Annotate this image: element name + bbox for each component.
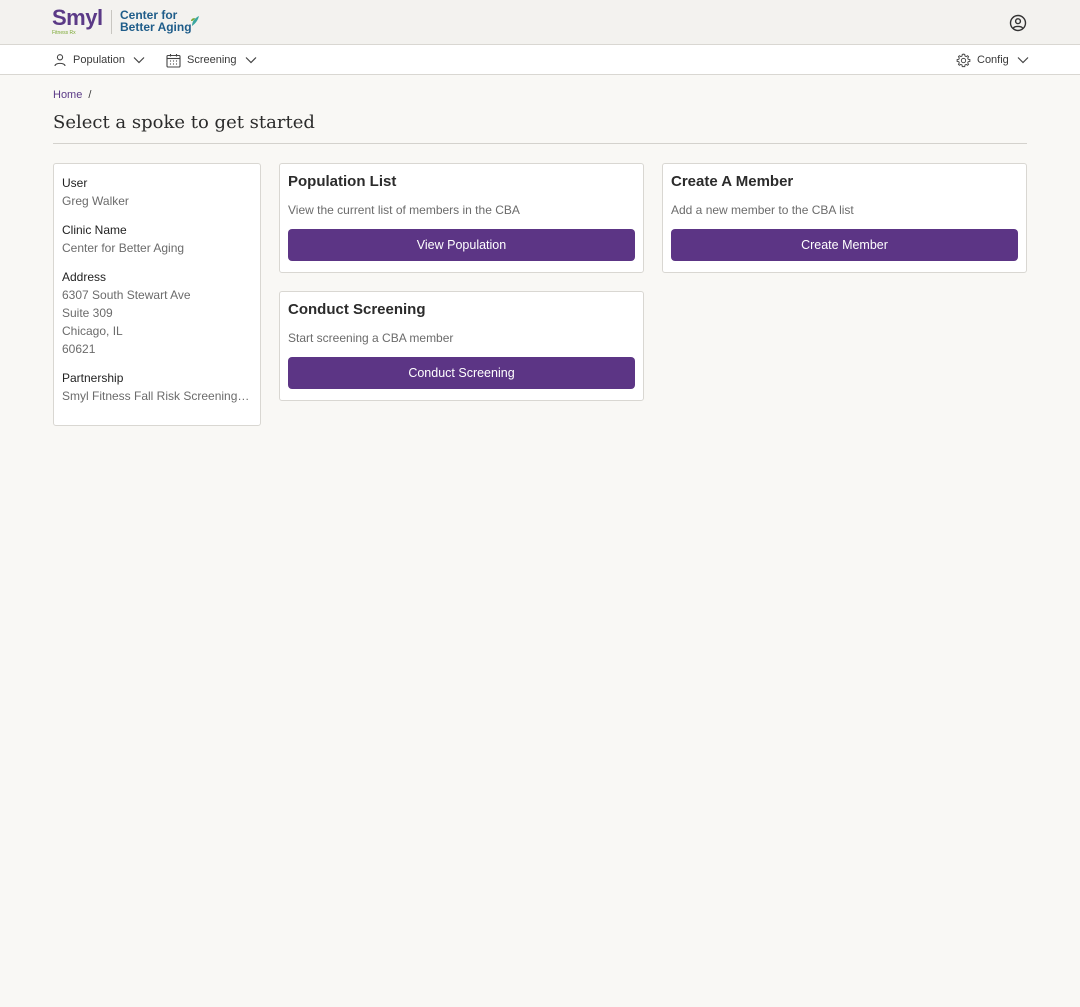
chevron-down-icon (133, 56, 145, 64)
address-line: 60621 (62, 342, 96, 356)
address-label: Address (62, 270, 107, 284)
clinic-info: Clinic Name Center for Better Aging (62, 221, 252, 257)
address-line: Chicago, IL (62, 324, 123, 338)
account-button[interactable] (1009, 14, 1027, 32)
gear-icon (956, 53, 971, 68)
calendar-icon (166, 53, 181, 68)
title-divider (53, 143, 1027, 144)
conduct-screening-card: Conduct Screening Start screening a CBA … (279, 291, 644, 401)
clinic-value: Center for Better Aging (62, 241, 185, 255)
card-title: Population List (288, 173, 397, 190)
logo-divider (111, 10, 112, 34)
conduct-screening-button[interactable]: Conduct Screening (288, 357, 635, 389)
chevron-down-icon (245, 56, 257, 64)
address-line: 6307 South Stewart Ave (62, 288, 191, 302)
top-header: Smyl Fitness Rx Center for Better Aging (0, 0, 1080, 45)
view-population-button[interactable]: View Population (288, 229, 635, 261)
partnership-value: Smyl Fitness Fall Risk Screening Program (62, 389, 252, 403)
person-icon (53, 53, 67, 67)
card-description: Add a new member to the CBA list (671, 203, 854, 217)
nav-config-label: Config (977, 54, 1009, 66)
population-list-card: Population List View the current list of… (279, 163, 644, 273)
card-description: Start screening a CBA member (288, 331, 454, 345)
clinic-info-card: User Greg Walker Clinic Name Center for … (53, 163, 261, 426)
user-circle-icon (1009, 14, 1027, 32)
card-title: Create A Member (671, 173, 794, 190)
breadcrumb: Home / (53, 89, 91, 101)
address-line: Suite 309 (62, 306, 113, 320)
smyl-logo[interactable]: Smyl Fitness Rx (52, 7, 104, 37)
smyl-logo-tagline: Fitness Rx (52, 30, 76, 36)
nav-screening-menu[interactable]: Screening (166, 45, 257, 75)
cba-logo: Center for Better Aging (120, 9, 202, 37)
nav-population-menu[interactable]: Population (53, 45, 145, 75)
partnership-label: Partnership (62, 371, 124, 385)
partnership-info: Partnership Smyl Fitness Fall Risk Scree… (62, 369, 252, 405)
user-info: User Greg Walker (62, 174, 252, 210)
main-nav: Population Screening Config (0, 45, 1080, 75)
card-description: View the current list of members in the … (288, 203, 520, 217)
smyl-logo-wordmark: Smyl (52, 5, 103, 30)
create-member-card: Create A Member Add a new member to the … (662, 163, 1027, 273)
address-info: Address 6307 South Stewart Ave Suite 309… (62, 268, 252, 358)
page-title: Select a spoke to get started (53, 112, 315, 133)
nav-population-label: Population (73, 54, 125, 66)
clinic-label: Clinic Name (62, 223, 127, 237)
nav-screening-label: Screening (187, 54, 237, 66)
user-label: User (62, 176, 88, 190)
user-value: Greg Walker (62, 194, 129, 208)
leaf-icon (191, 16, 199, 26)
card-title: Conduct Screening (288, 301, 426, 318)
create-member-button[interactable]: Create Member (671, 229, 1018, 261)
breadcrumb-separator: / (88, 89, 92, 101)
chevron-down-icon (1017, 56, 1029, 64)
nav-config-menu[interactable]: Config (956, 45, 1029, 75)
breadcrumb-home-link[interactable]: Home (53, 89, 82, 101)
